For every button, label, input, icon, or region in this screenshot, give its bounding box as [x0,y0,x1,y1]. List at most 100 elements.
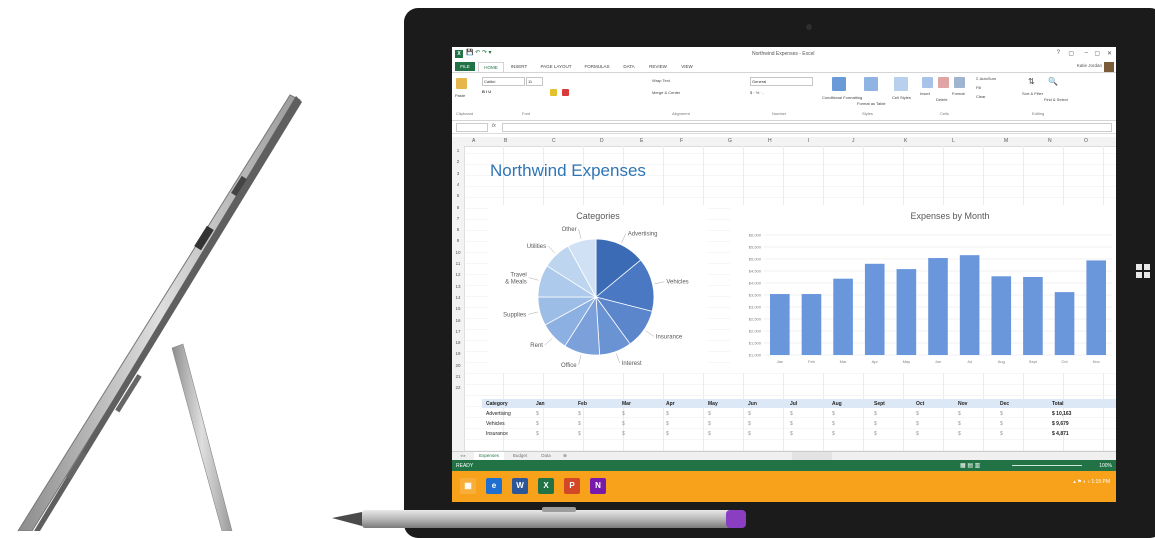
clear-button[interactable]: Clear [976,94,986,99]
month-value-cell[interactable]: $ [622,431,625,437]
help-button[interactable]: ? [1057,50,1060,56]
column-header[interactable]: H [768,138,772,144]
month-value-cell[interactable]: $ [748,411,751,417]
table-header-cell[interactable]: Sept [874,401,885,407]
table-row[interactable]: Vehicles $ $ $ $ $ $ $ $ $ $ $ $ $ 9,679 [482,419,1116,428]
month-value-cell[interactable]: $ [748,421,751,427]
font-size-select[interactable]: 11 [526,77,543,86]
powerpoint-icon[interactable]: P [564,478,580,494]
bar[interactable] [991,276,1012,355]
row-header[interactable]: 2 [452,159,464,164]
find-select-icon[interactable]: 🔍 [1048,77,1058,86]
month-value-cell[interactable]: $ [958,431,961,437]
wrap-text-button[interactable]: Wrap Text [652,78,670,83]
month-value-cell[interactable]: $ [790,411,793,417]
month-value-cell[interactable]: $ [832,421,835,427]
row-header[interactable]: 11 [452,261,464,266]
column-header[interactable]: E [640,138,643,144]
autosum-button[interactable]: Σ AutoSum [976,76,996,81]
expenses-by-month-bar-chart[interactable]: Expenses by Month $1,000 $1,500 $2,000 $2,50… [730,205,1116,373]
column-header[interactable]: M [1004,138,1008,144]
sheet-tab-data[interactable]: Data [536,452,556,460]
month-value-cell[interactable]: $ [874,431,877,437]
user-name[interactable]: Katie Jordan [1077,63,1102,68]
tab-review[interactable]: REVIEW [644,62,672,71]
column-header[interactable]: A [472,138,475,144]
excel-taskbar-icon[interactable]: X [538,478,554,494]
bar[interactable] [1023,277,1043,355]
month-value-cell[interactable]: $ [790,421,793,427]
month-value-cell[interactable]: $ [1000,421,1003,427]
table-row[interactable]: Advertising $ $ $ $ $ $ $ $ $ $ $ $ $ 10,163 [482,409,1116,418]
tab-formulas[interactable]: FORMULAS [580,62,614,71]
row-header[interactable]: 19 [452,351,464,356]
month-value-cell[interactable]: $ [916,411,919,417]
month-value-cell[interactable]: $ [666,411,669,417]
table-header-cell[interactable]: Dec [1000,401,1009,407]
table-header-cell[interactable]: Apr [666,401,675,407]
paste-icon[interactable] [456,78,467,89]
tab-file[interactable]: FILE [455,62,475,71]
column-header[interactable]: C [552,138,556,144]
insert-cells-icon[interactable] [922,77,933,88]
total-cell[interactable]: $ 10,163 [1052,411,1071,417]
table-row[interactable]: Insurance $ $ $ $ $ $ $ $ $ $ $ $ $ 4,871 [482,429,1116,438]
system-tray[interactable]: ▴ ⚑ ◐ ♪ 1:15 PM [1073,479,1110,485]
month-value-cell[interactable]: $ [622,421,625,427]
table-header-cell[interactable]: Jun [748,401,757,407]
column-header[interactable]: J [852,138,855,144]
row-header[interactable]: 14 [452,295,464,300]
sheet-tab-budget[interactable]: Budget [508,452,532,460]
ribbon-display-button[interactable]: ▢ [1068,50,1074,57]
sheet-nav-arrows[interactable]: ◂ ▸ [456,452,470,460]
tab-insert[interactable]: INSERT [506,62,532,71]
month-value-cell[interactable]: $ [708,421,711,427]
table-header-cell[interactable]: May [708,401,718,407]
categories-pie-chart[interactable]: Categories Advertising Vehicles Insurance In… [488,205,708,373]
bar[interactable] [864,263,885,355]
month-value-cell[interactable]: $ [622,411,625,417]
total-cell[interactable]: $ 9,679 [1052,421,1069,427]
row-header[interactable]: 20 [452,363,464,368]
category-cell[interactable]: Advertising [486,411,511,417]
month-value-cell[interactable]: $ [874,421,877,427]
fill-color-icon[interactable] [550,89,557,96]
new-sheet-button[interactable]: ⊕ [560,452,570,460]
bar[interactable] [801,294,822,355]
column-header[interactable]: L [952,138,955,144]
fx-icon[interactable]: fx [492,123,496,129]
quick-access-toolbar[interactable]: 💾 ↶ ↷ ▾ [466,49,492,56]
horizontal-scrollbar[interactable] [792,452,832,460]
name-box[interactable] [456,123,488,132]
conditional-formatting-icon[interactable] [832,77,846,91]
bar[interactable] [1054,292,1075,355]
table-header-cell[interactable]: Nov [958,401,967,407]
column-header[interactable]: G [728,138,732,144]
bar[interactable] [1086,260,1106,355]
bar[interactable] [928,258,948,355]
column-header[interactable]: D [600,138,604,144]
clock[interactable]: 1:15 PM [1091,479,1110,485]
table-header-cell[interactable]: Aug [832,401,842,407]
merge-center-button[interactable]: Merge & Center [652,90,680,95]
table-header-cell[interactable]: Feb [578,401,587,407]
sort-filter-icon[interactable]: ⇅ [1028,77,1035,86]
month-value-cell[interactable]: $ [536,421,539,427]
windows-logo-icon[interactable] [1136,264,1150,278]
tab-home[interactable]: HOME [478,62,504,72]
zoom-slider[interactable] [1012,465,1082,466]
month-value-cell[interactable]: $ [916,421,919,427]
tab-data[interactable]: DATA [618,62,640,71]
onenote-icon[interactable]: N [590,478,606,494]
month-value-cell[interactable]: $ [790,431,793,437]
month-value-cell[interactable]: $ [874,411,877,417]
delete-cells-icon[interactable] [938,77,949,88]
row-header[interactable]: 13 [452,284,464,289]
row-header[interactable]: 21 [452,374,464,379]
month-value-cell[interactable]: $ [708,431,711,437]
month-value-cell[interactable]: $ [708,411,711,417]
row-header[interactable]: 6 [452,205,464,210]
table-header-cell[interactable]: Jan [536,401,545,407]
row-header[interactable]: 4 [452,182,464,187]
month-value-cell[interactable]: $ [666,421,669,427]
